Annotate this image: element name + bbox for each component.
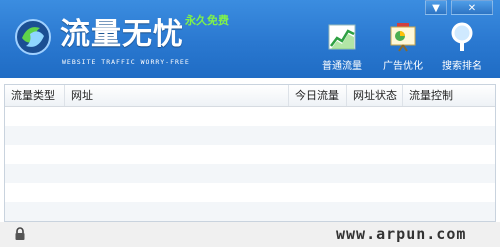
app-subtitle: WEBSITE TRAFFIC WORRY-FREE [62, 58, 190, 66]
column-header-url[interactable]: 网址 [65, 85, 289, 106]
traffic-chart-icon [328, 24, 356, 50]
ad-optimization-button[interactable]: 广告优化 [375, 22, 431, 72]
free-badge: 永久免费 [185, 14, 229, 27]
search-ranking-button[interactable]: 搜索排名 [434, 22, 490, 72]
normal-traffic-button[interactable]: 普通流量 [314, 22, 370, 72]
search-magnifier-icon [451, 22, 473, 51]
table-row [5, 183, 495, 202]
table-row [5, 202, 495, 221]
column-header-traffic-type[interactable]: 流量类型 [5, 85, 65, 106]
traffic-table[interactable]: 流量类型 网址 今日流量 网址状态 流量控制 [4, 84, 496, 222]
column-header-url-status[interactable]: 网址状态 [347, 85, 403, 106]
app-logo-icon [15, 19, 51, 55]
search-ranking-label: 搜索排名 [442, 61, 482, 72]
status-bar: www.arpun.com [0, 222, 500, 247]
presentation-board-icon [390, 23, 416, 52]
table-row [5, 107, 495, 126]
table-row [5, 126, 495, 145]
table-row [5, 145, 495, 164]
normal-traffic-label: 普通流量 [322, 61, 362, 72]
app-header: 流量无忧 WEBSITE TRAFFIC WORRY-FREE 永久免费 ▼ ✕… [0, 0, 500, 78]
app-title: 流量无忧 [60, 17, 184, 52]
close-button[interactable]: ✕ [451, 0, 493, 15]
column-header-today-traffic[interactable]: 今日流量 [289, 85, 347, 106]
lock-icon[interactable] [14, 227, 26, 241]
table-row [5, 164, 495, 183]
site-watermark: www.arpun.com [336, 225, 467, 243]
column-header-traffic-control[interactable]: 流量控制 [403, 85, 495, 106]
ad-optimization-label: 广告优化 [383, 61, 423, 72]
minimize-button[interactable]: ▼ [425, 0, 447, 15]
table-header: 流量类型 网址 今日流量 网址状态 流量控制 [5, 85, 495, 107]
